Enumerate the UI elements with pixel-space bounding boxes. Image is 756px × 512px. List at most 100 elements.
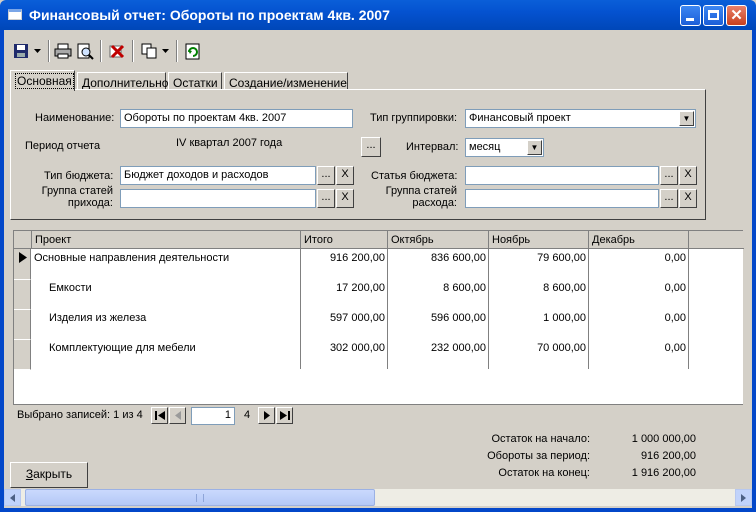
cell-total[interactable]: 916 200,00 bbox=[301, 249, 388, 279]
income-group-select-button[interactable]: ... bbox=[317, 189, 335, 208]
prev-record-button[interactable] bbox=[169, 407, 186, 424]
cell-december[interactable]: 0,00 bbox=[589, 339, 689, 369]
delete-icon bbox=[109, 44, 125, 59]
cell-total[interactable]: 17 200,00 bbox=[301, 279, 388, 309]
row-indicator[interactable] bbox=[14, 249, 31, 280]
interval-value: месяц bbox=[469, 141, 501, 153]
scroll-thumb[interactable] bbox=[25, 489, 375, 506]
row-indicator[interactable] bbox=[14, 280, 31, 310]
income-group-label: Группа статей прихода: bbox=[31, 185, 113, 209]
column-header-october[interactable]: Октябрь bbox=[388, 231, 489, 249]
cell-project[interactable]: Изделия из железа bbox=[32, 309, 301, 339]
toolbar bbox=[4, 30, 752, 66]
cell-project[interactable]: Основные направления деятельности bbox=[32, 249, 301, 279]
column-header-project[interactable]: Проект bbox=[32, 231, 301, 249]
tab-created-modified[interactable]: Создание/изменение bbox=[224, 72, 348, 90]
last-record-icon bbox=[279, 411, 290, 420]
expense-group-field[interactable] bbox=[465, 189, 659, 208]
save-icon bbox=[14, 44, 28, 58]
maximize-button[interactable] bbox=[703, 5, 724, 26]
toolbar-separator bbox=[48, 40, 50, 62]
cell-october[interactable]: 8 600,00 bbox=[388, 279, 489, 309]
refresh-button[interactable] bbox=[183, 40, 203, 62]
cell-total[interactable]: 597 000,00 bbox=[301, 309, 388, 339]
budget-item-select-button[interactable]: ... bbox=[660, 166, 678, 185]
report-grid[interactable]: Проект Итого Октябрь Ноябрь Декабрь Осно… bbox=[13, 230, 744, 405]
budget-type-clear-button[interactable]: X bbox=[336, 166, 354, 185]
minimize-button[interactable] bbox=[680, 5, 701, 26]
first-record-button[interactable] bbox=[151, 407, 168, 424]
copy-button[interactable] bbox=[139, 40, 159, 62]
cell-november[interactable]: 8 600,00 bbox=[489, 279, 589, 309]
grouping-select[interactable]: Финансовый проект bbox=[465, 109, 696, 128]
prev-record-icon bbox=[174, 411, 181, 420]
scroll-left-button[interactable] bbox=[4, 489, 21, 506]
grouping-value: Финансовый проект bbox=[469, 112, 571, 124]
copy-options-dropdown[interactable] bbox=[160, 40, 171, 62]
copy-icon bbox=[141, 43, 157, 59]
expense-group-clear-button[interactable]: X bbox=[679, 189, 697, 208]
end-balance-value: 1 916 200,00 bbox=[631, 467, 696, 479]
print-preview-button[interactable] bbox=[75, 40, 95, 62]
close-button[interactable]: Закрыть bbox=[10, 462, 88, 488]
window-title: Финансовый отчет: Обороты по проектам 4к… bbox=[29, 7, 390, 23]
cell-december[interactable]: 0,00 bbox=[589, 279, 689, 309]
name-field[interactable]: Обороты по проектам 4кв. 2007 bbox=[120, 109, 353, 128]
close-window-button[interactable]: ✕ bbox=[726, 5, 747, 26]
minimize-icon bbox=[686, 18, 694, 21]
column-header-november[interactable]: Ноябрь bbox=[489, 231, 589, 249]
toolbar-separator bbox=[132, 40, 134, 62]
first-record-icon bbox=[154, 411, 165, 420]
scroll-right-icon bbox=[741, 494, 746, 502]
column-header-december[interactable]: Декабрь bbox=[589, 231, 689, 249]
grouping-label: Тип группировки: bbox=[370, 112, 458, 124]
save-options-dropdown[interactable] bbox=[32, 40, 43, 62]
tab-additional[interactable]: Дополнительно bbox=[77, 72, 168, 90]
dropdown-arrow-icon bbox=[34, 49, 41, 53]
scroll-right-button[interactable] bbox=[735, 489, 752, 506]
budget-type-select-button[interactable]: ... bbox=[317, 166, 335, 185]
cell-december[interactable]: 0,00 bbox=[589, 249, 689, 279]
grouping-dropdown-arrow[interactable]: ▼ bbox=[679, 111, 694, 126]
cell-november[interactable]: 70 000,00 bbox=[489, 339, 589, 369]
cell-october[interactable]: 836 600,00 bbox=[388, 249, 489, 279]
row-indicator[interactable] bbox=[14, 340, 31, 370]
period-label: Период отчета bbox=[25, 140, 101, 152]
tab-main-label: Основная bbox=[15, 73, 74, 89]
cell-project[interactable]: Комплектующие для мебели bbox=[32, 339, 301, 369]
record-number-input[interactable]: 1 bbox=[191, 407, 235, 425]
budget-item-field[interactable] bbox=[465, 166, 659, 185]
row-indicator[interactable] bbox=[14, 310, 31, 340]
print-button[interactable] bbox=[53, 40, 73, 62]
cell-december[interactable]: 0,00 bbox=[589, 309, 689, 339]
tab-main[interactable]: Основная bbox=[10, 70, 75, 91]
budget-type-field[interactable]: Бюджет доходов и расходов bbox=[120, 166, 316, 185]
delete-button[interactable] bbox=[107, 40, 127, 62]
cell-october[interactable]: 232 000,00 bbox=[388, 339, 489, 369]
budget-item-clear-button[interactable]: X bbox=[679, 166, 697, 185]
cell-october[interactable]: 596 000,00 bbox=[388, 309, 489, 339]
title-bar[interactable]: Финансовый отчет: Обороты по проектам 4к… bbox=[0, 0, 756, 30]
next-record-button[interactable] bbox=[258, 407, 275, 424]
save-button[interactable] bbox=[11, 40, 31, 62]
column-header-total[interactable]: Итого bbox=[301, 231, 388, 249]
current-row-arrow-icon bbox=[19, 252, 27, 263]
income-group-clear-button[interactable]: X bbox=[336, 189, 354, 208]
maximize-icon bbox=[708, 10, 719, 20]
expense-group-select-button[interactable]: ... bbox=[660, 189, 678, 208]
income-group-field[interactable] bbox=[120, 189, 316, 208]
close-icon: ✕ bbox=[730, 7, 743, 24]
last-record-button[interactable] bbox=[276, 407, 293, 424]
cell-november[interactable]: 79 600,00 bbox=[489, 249, 589, 279]
interval-dropdown-arrow[interactable]: ▼ bbox=[527, 140, 542, 155]
cell-november[interactable]: 1 000,00 bbox=[489, 309, 589, 339]
tab-balances[interactable]: Остатки bbox=[168, 72, 222, 90]
grid-corner-header bbox=[14, 231, 32, 249]
name-label: Наименование: bbox=[35, 112, 115, 124]
horizontal-scrollbar[interactable] bbox=[4, 489, 752, 506]
close-button-label: акрыть bbox=[33, 467, 73, 481]
cell-total[interactable]: 302 000,00 bbox=[301, 339, 388, 369]
record-navigator: Выбрано записей: 1 из 4 1 4 bbox=[13, 405, 743, 427]
period-select-button[interactable]: ... bbox=[361, 137, 381, 157]
cell-project[interactable]: Емкости bbox=[32, 279, 301, 309]
